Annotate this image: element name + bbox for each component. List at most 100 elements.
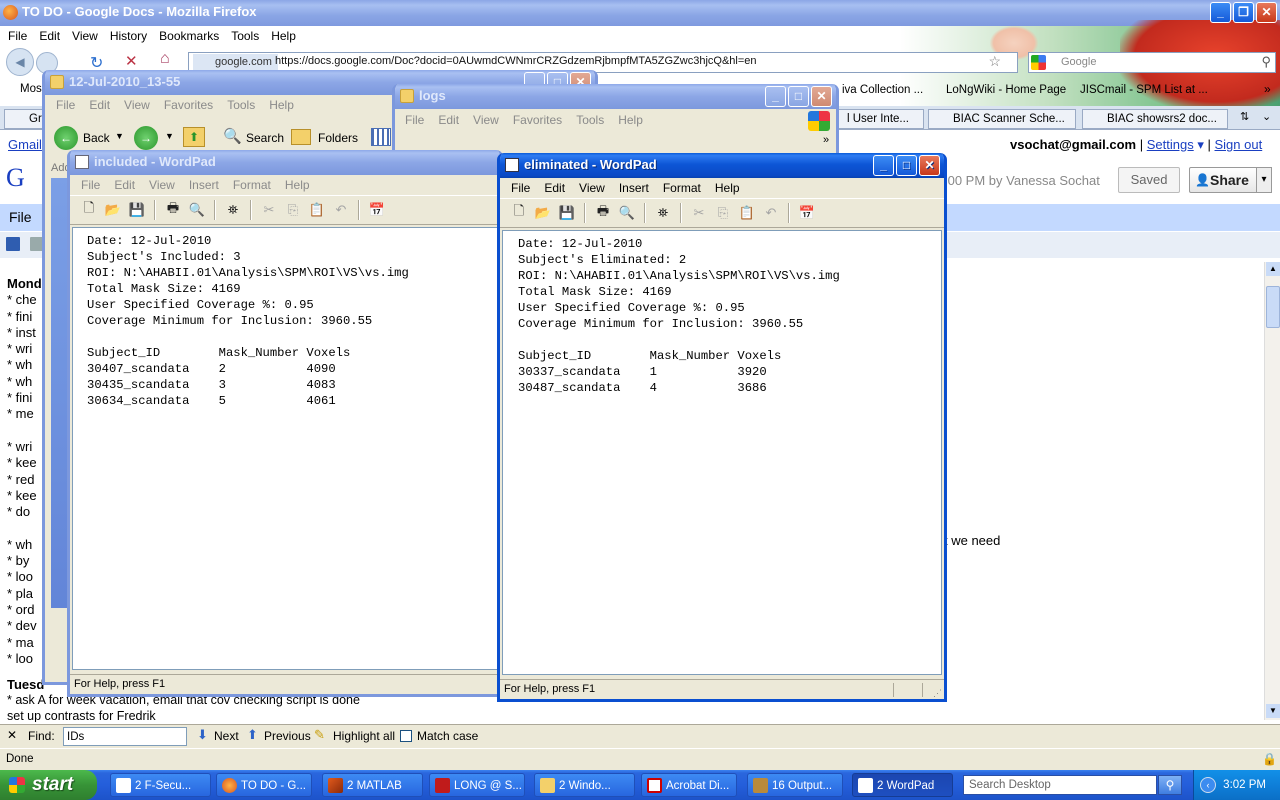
find-next-icon[interactable]: ⬇ [197,727,208,743]
menu-file[interactable]: File [2,26,33,46]
logs-title-bar[interactable]: logs _ □ ✕ [395,84,836,109]
scroll-up-icon[interactable]: ▲ [1266,262,1280,276]
paste-icon[interactable]: 📋 [736,202,758,224]
tray-expand-icon[interactable]: ‹ [1200,777,1216,793]
print-icon[interactable]: 🖶 [592,202,614,224]
scroll-thumb[interactable] [1266,286,1280,328]
bookmark-item[interactable]: Mos [20,83,42,95]
menu-file[interactable]: File [49,95,82,117]
menu-tools[interactable]: Tools [220,95,262,117]
bookmark-star-icon[interactable]: ☆ [988,53,1001,70]
taskbar-button-output[interactable]: 16 Output... [747,773,843,797]
taskbar-button-firefox[interactable]: TO DO - G... [216,773,312,797]
bookmark-item[interactable]: JISCmail - SPM List at ... [1080,84,1208,96]
maximize-button[interactable]: □ [788,86,809,107]
close-button[interactable]: ✕ [811,86,832,107]
menu-view[interactable]: View [572,178,612,198]
menu-format[interactable]: Format [656,178,708,198]
open-icon[interactable]: 📂 [532,202,554,224]
menu-view[interactable]: View [466,110,506,132]
tab-user-interface[interactable]: l User Inte... [836,109,924,129]
menu-favorites[interactable]: Favorites [506,110,569,132]
back-dropdown-icon[interactable]: ▼ [115,131,124,141]
gmail-link[interactable]: Gmail [8,137,42,152]
find-icon[interactable]: ⛯ [652,202,674,224]
eliminated-title-bar[interactable]: eliminated - WordPad _ □ ✕ [500,153,944,178]
signout-link[interactable]: Sign out [1215,137,1263,152]
menu-view[interactable]: View [142,175,182,195]
folders-icon[interactable] [291,129,311,145]
share-button[interactable]: 👤 Share [1189,167,1259,193]
menu-edit[interactable]: Edit [107,175,142,195]
toolbar-chevron-icon[interactable]: » [823,134,829,146]
included-wordpad-window[interactable]: included - WordPad File Edit View Insert… [67,150,503,697]
menu-file[interactable]: File [398,110,431,132]
menu-tools[interactable]: Tools [569,110,611,132]
list-tabs-icon[interactable]: ⇅ [1240,110,1249,123]
start-button[interactable]: start [0,770,97,800]
find-next-button[interactable]: Next [214,729,239,743]
find-input[interactable] [63,727,187,746]
taskbar-button-matlab[interactable]: 2 MATLAB [322,773,423,797]
saved-button[interactable]: Saved [1118,167,1180,193]
minimize-button[interactable]: _ [1210,2,1231,23]
menu-insert[interactable]: Insert [612,178,656,198]
settings-dropdown-icon[interactable]: ▾ [1197,137,1204,152]
stop-icon[interactable]: ✕ [125,52,138,70]
menu-history[interactable]: History [104,26,153,46]
find-previous-icon[interactable]: ⬆ [247,727,258,743]
bookmark-item[interactable]: iva Collection ... [842,84,923,96]
eliminated-wordpad-window[interactable]: eliminated - WordPad _ □ ✕ File Edit Vie… [497,153,947,702]
highlight-icon[interactable]: ✎ [314,727,325,743]
taskbar-button-acrobat[interactable]: Acrobat Di... [641,773,737,797]
more-bookmarks-icon[interactable]: » [1264,82,1271,96]
resize-grip-icon[interactable]: ⋰ [933,684,942,699]
menu-edit[interactable]: Edit [431,110,466,132]
close-button[interactable]: ✕ [919,155,940,176]
tab-biac-showsrs[interactable]: BIAC showsrs2 doc... [1082,109,1228,129]
tab-gmail[interactable]: Gr [4,109,44,129]
tabs-menu-icon[interactable]: ⌄ [1262,110,1271,123]
minimize-button[interactable]: _ [765,86,786,107]
back-button[interactable]: Back [83,131,110,145]
docs-file-menu[interactable]: File [9,209,32,225]
magnifier-icon[interactable]: ⚲ [1261,54,1271,70]
menu-edit[interactable]: Edit [537,178,572,198]
taskbar-button-long[interactable]: LONG @ S... [429,773,525,797]
match-case-checkbox[interactable] [400,730,412,742]
menu-help[interactable]: Help [265,26,302,46]
firefox-title-bar[interactable]: TO DO - Google Docs - Mozilla Firefox [0,0,1280,26]
new-icon[interactable]: 🗋 [78,199,100,221]
date-time-icon[interactable]: 📅 [366,199,388,221]
included-document[interactable]: Date: 12-Jul-2010 Subject's Included: 3 RO… [72,227,500,670]
menu-tools[interactable]: Tools [225,26,265,46]
menu-help[interactable]: Help [262,95,301,117]
views-icon[interactable] [371,128,391,146]
back-icon[interactable]: ← [54,126,78,150]
save-icon[interactable]: 💾 [126,199,148,221]
menu-favorites[interactable]: Favorites [157,95,220,117]
menu-file[interactable]: File [504,178,537,198]
paste-icon[interactable]: 📋 [306,199,328,221]
highlight-all-button[interactable]: Highlight all [333,729,395,743]
taskbar-button-windows[interactable]: 2 Windo... [534,773,635,797]
copy-icon[interactable]: ⎘ [712,202,734,224]
maximize-button[interactable]: □ [896,155,917,176]
menu-file[interactable]: File [74,175,107,195]
eliminated-document[interactable]: Date: 12-Jul-2010 Subject's Eliminated: 2… [502,230,942,675]
open-icon[interactable]: 📂 [102,199,124,221]
menu-help[interactable]: Help [708,178,747,198]
minimize-button[interactable]: _ [873,155,894,176]
restore-button[interactable]: ❐ [1233,2,1254,23]
bookmark-item[interactable]: LoNgWiki - Home Page [946,84,1066,96]
menu-view[interactable]: View [117,95,157,117]
home-icon[interactable]: ⌂ [160,50,170,68]
menu-format[interactable]: Format [226,175,278,195]
menu-edit[interactable]: Edit [33,26,66,46]
scroll-down-icon[interactable]: ▼ [1266,704,1280,718]
print-icon[interactable]: 🖶 [162,199,184,221]
new-icon[interactable]: 🗋 [508,202,530,224]
save-icon[interactable]: 💾 [556,202,578,224]
taskbar-button-wordpad[interactable]: 2 WordPad [852,773,953,797]
print-preview-icon[interactable]: 🔍 [186,199,208,221]
